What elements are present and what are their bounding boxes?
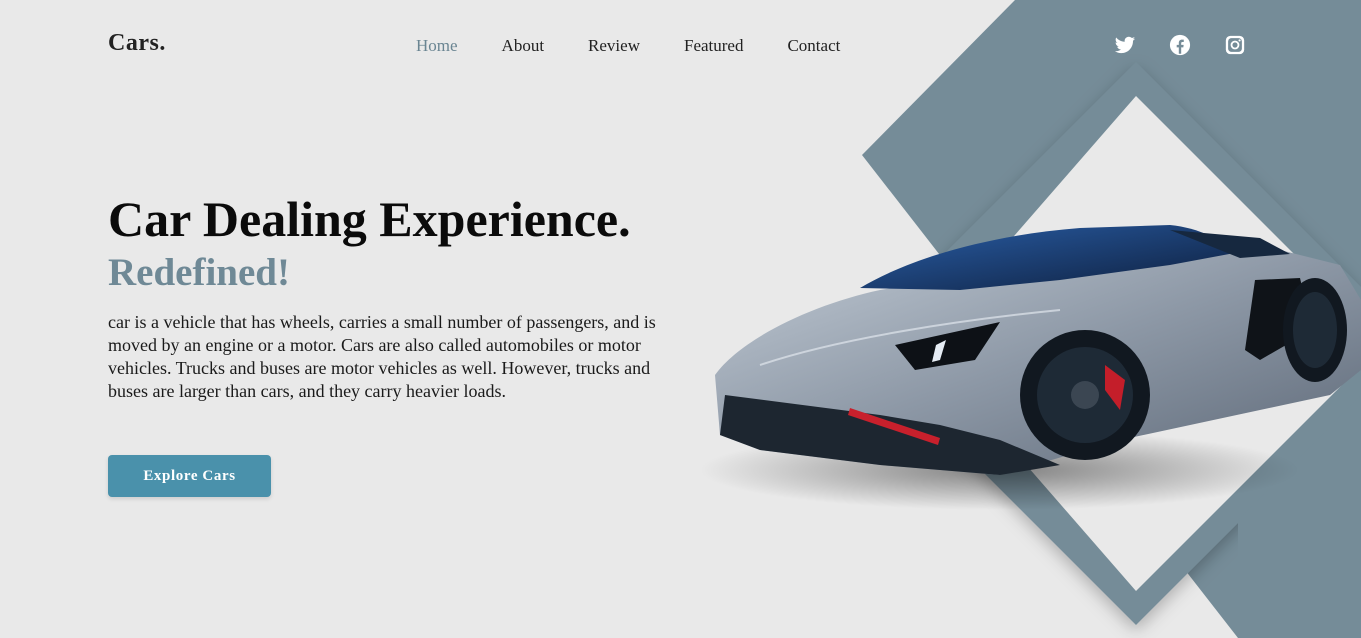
nav-review[interactable]: Review xyxy=(588,36,640,56)
explore-cars-button[interactable]: Explore Cars xyxy=(108,455,271,497)
twitter-icon[interactable] xyxy=(1114,34,1136,56)
nav-home[interactable]: Home xyxy=(416,36,458,56)
hero-title: Car Dealing Experience. xyxy=(108,191,631,247)
sports-car-image xyxy=(700,225,1361,510)
social-links xyxy=(1114,34,1246,56)
hero-description: car is a vehicle that has wheels, carrie… xyxy=(108,312,656,401)
brand-logo[interactable]: Cars. xyxy=(108,30,166,57)
main-nav: Home About Review Featured Contact xyxy=(416,36,884,56)
nav-about[interactable]: About xyxy=(502,36,545,56)
nav-contact[interactable]: Contact xyxy=(787,36,840,56)
nav-featured[interactable]: Featured xyxy=(684,36,743,56)
instagram-icon[interactable] xyxy=(1224,34,1246,56)
facebook-icon[interactable] xyxy=(1169,34,1191,56)
hero-subtitle: Redefined! xyxy=(108,251,290,294)
